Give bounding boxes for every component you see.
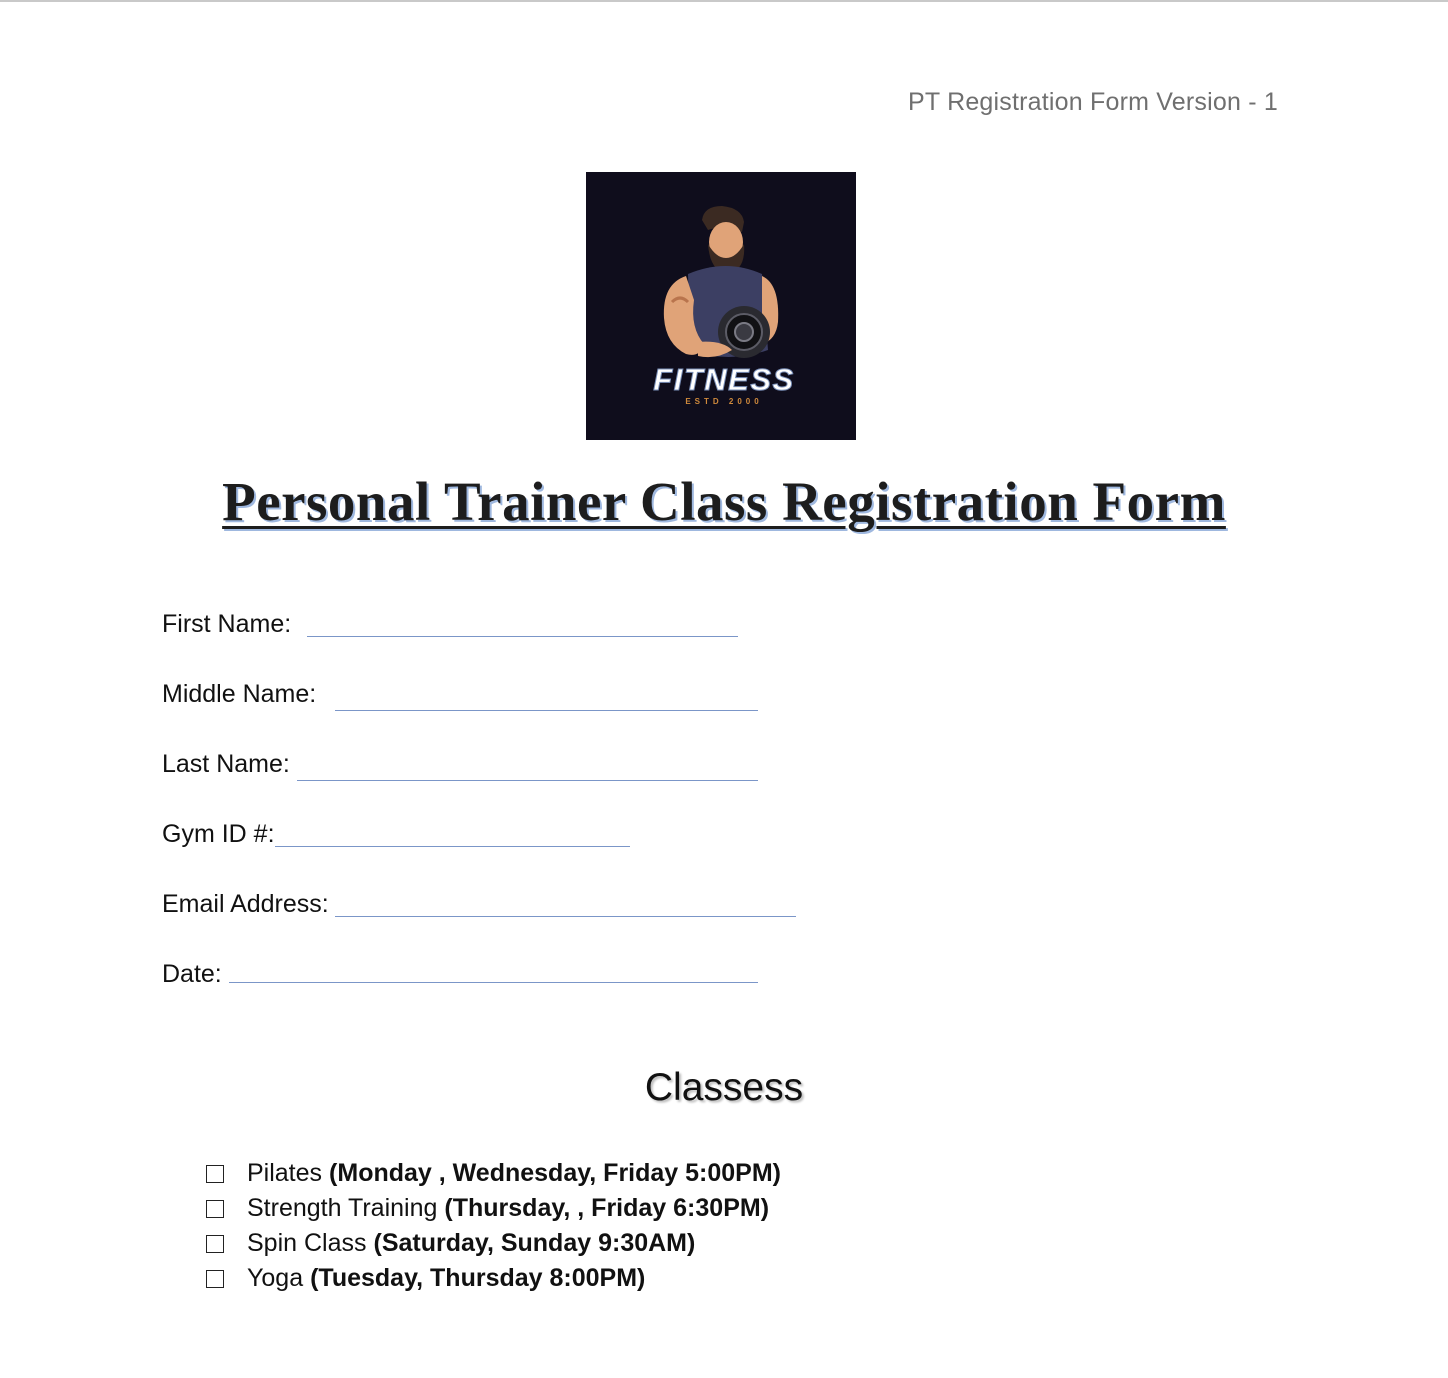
class-name: Yoga <box>247 1264 304 1292</box>
first-name-label: First Name: <box>162 610 292 638</box>
fitness-logo: FITNESS ESTD 2000 <box>586 172 856 440</box>
gym-id-input-line[interactable] <box>275 846 630 847</box>
class-schedule: (Thursday, , Friday 6:30PM) <box>444 1194 770 1222</box>
form-version-label: PT Registration Form Version - 1 <box>908 88 1278 116</box>
class-item-strength-training: Strength Training (Thursday, , Friday 6:… <box>206 1191 781 1226</box>
spin-class-checkbox[interactable] <box>206 1234 224 1253</box>
logo-tagline-text: ESTD 2000 <box>685 397 762 406</box>
email-address-input-line[interactable] <box>335 916 796 917</box>
class-schedule: (Tuesday, Thursday 8:00PM) <box>310 1264 646 1292</box>
logo-brand-text: FITNESS <box>653 362 794 397</box>
class-name: Spin Class <box>247 1229 367 1257</box>
middle-name-input-line[interactable] <box>335 710 758 711</box>
class-schedule: (Monday , Wednesday, Friday 5:00PM) <box>329 1159 781 1187</box>
class-item-pilates: Pilates (Monday , Wednesday, Friday 5:00… <box>206 1156 781 1191</box>
middle-name-label: Middle Name: <box>162 680 317 708</box>
classes-heading: Classess <box>644 1066 804 1109</box>
last-name-label: Last Name: <box>162 750 290 778</box>
date-input-line[interactable] <box>229 982 758 983</box>
page-top-border <box>0 0 1448 2</box>
class-item-yoga: Yoga (Tuesday, Thursday 8:00PM) <box>206 1261 781 1296</box>
yoga-checkbox[interactable] <box>206 1269 224 1288</box>
email-address-label: Email Address: <box>162 890 329 918</box>
class-list: Pilates (Monday , Wednesday, Friday 5:00… <box>206 1156 781 1296</box>
last-name-input-line[interactable] <box>297 780 758 781</box>
page-title: Personal Trainer Class Registration Form <box>222 471 1226 532</box>
strength-training-checkbox[interactable] <box>206 1199 224 1218</box>
class-item-spin-class: Spin Class (Saturday, Sunday 9:30AM) <box>206 1226 781 1261</box>
first-name-input-line[interactable] <box>307 636 738 637</box>
gym-id-label: Gym ID #: <box>162 820 275 848</box>
pilates-checkbox[interactable] <box>206 1164 224 1183</box>
class-schedule: (Saturday, Sunday 9:30AM) <box>373 1229 696 1257</box>
class-name: Strength Training <box>247 1194 438 1222</box>
class-name: Pilates <box>247 1159 323 1187</box>
fitness-logo-artwork: FITNESS ESTD 2000 <box>586 172 856 440</box>
date-label: Date: <box>162 960 222 988</box>
